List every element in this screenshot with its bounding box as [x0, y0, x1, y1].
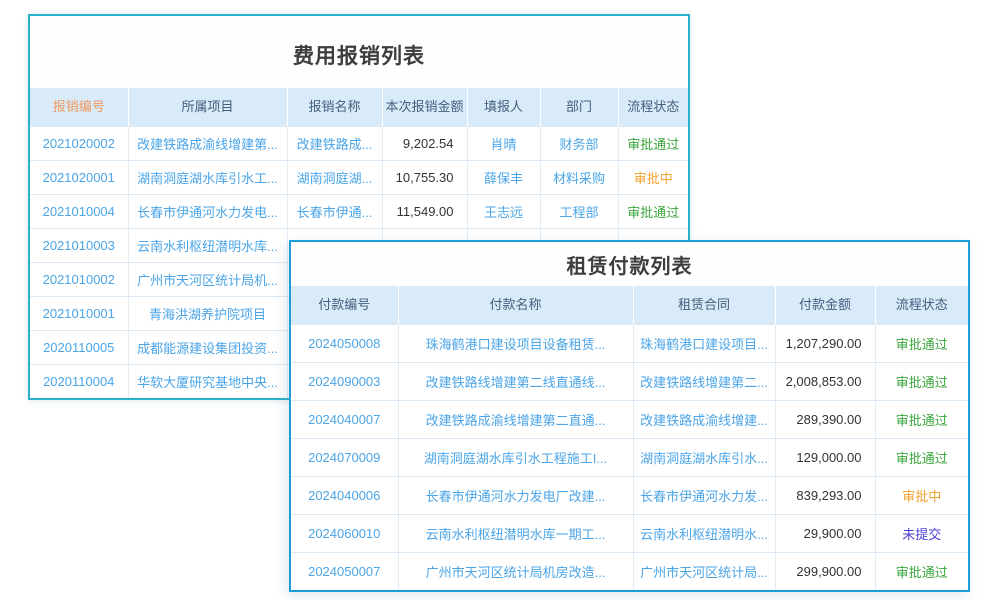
reimbursement-name-link[interactable]: 长春市伊通...	[287, 194, 382, 228]
amount-value: 11,549.00	[382, 194, 467, 228]
project-name-link[interactable]: 青海洪湖养护院项目	[128, 296, 287, 330]
contract-name-link[interactable]: 珠海鹤港口建设项目...	[633, 324, 775, 362]
contract-name-link[interactable]: 湖南洞庭湖水库引水...	[633, 438, 775, 476]
column-header-amount: 本次报销金额	[382, 88, 467, 126]
reimbursement-id-link[interactable]: 2020110005	[30, 330, 128, 364]
column-header-lease-contract: 租赁合同	[633, 286, 775, 324]
payment-id-link[interactable]: 2024050007	[291, 552, 398, 590]
status-text: 审批通过	[618, 194, 688, 228]
contract-name-link[interactable]: 广州市天河区统计局...	[633, 552, 775, 590]
expense-list-title: 费用报销列表	[30, 16, 688, 88]
reimbursement-id-link[interactable]: 2020110004	[30, 364, 128, 398]
contract-name-link[interactable]: 改建铁路线增建第二...	[633, 362, 775, 400]
table-row: 2024050007 广州市天河区统计局机房改造... 广州市天河区统计局...…	[291, 552, 968, 590]
reimbursement-id-link[interactable]: 2021020002	[30, 126, 128, 160]
rental-payment-table: 付款编号 付款名称 租赁合同 付款金额 流程状态 2024050008 珠海鹤港…	[291, 286, 968, 590]
payment-name-link[interactable]: 珠海鹤港口建设项目设备租赁...	[398, 324, 633, 362]
status-text: 审批中	[618, 160, 688, 194]
project-name-link[interactable]: 长春市伊通河水力发电...	[128, 194, 287, 228]
reimbursement-id-link[interactable]: 2021010003	[30, 228, 128, 262]
status-text: 审批通过	[618, 126, 688, 160]
payment-amount-value: 299,900.00	[775, 552, 875, 590]
project-name-link[interactable]: 广州市天河区统计局机...	[128, 262, 287, 296]
status-text: 审批通过	[875, 438, 968, 476]
payment-amount-value: 839,293.00	[775, 476, 875, 514]
payment-name-link[interactable]: 湖南洞庭湖水库引水工程施工I...	[398, 438, 633, 476]
amount-value: 10,755.30	[382, 160, 467, 194]
contract-name-link[interactable]: 长春市伊通河水力发...	[633, 476, 775, 514]
column-header-reimbursement-id: 报销编号	[30, 88, 128, 126]
expense-header-row: 报销编号 所属项目 报销名称 本次报销金额 填报人 部门 流程状态	[30, 88, 688, 126]
column-header-payment-name: 付款名称	[398, 286, 633, 324]
project-name-link[interactable]: 成都能源建设集团投资...	[128, 330, 287, 364]
payment-id-link[interactable]: 2024040007	[291, 400, 398, 438]
payment-name-link[interactable]: 改建铁路成渝线增建第二直通...	[398, 400, 633, 438]
column-header-project: 所属项目	[128, 88, 287, 126]
payment-name-link[interactable]: 云南水利枢纽潜明水库一期工...	[398, 514, 633, 552]
department-link[interactable]: 工程部	[540, 194, 618, 228]
status-text: 审批通过	[875, 324, 968, 362]
payment-id-link[interactable]: 2024040006	[291, 476, 398, 514]
column-header-payment-amount: 付款金额	[775, 286, 875, 324]
payment-name-link[interactable]: 长春市伊通河水力发电厂改建...	[398, 476, 633, 514]
table-row: 2024040006 长春市伊通河水力发电厂改建... 长春市伊通河水力发...…	[291, 476, 968, 514]
payment-id-link[interactable]: 2024090003	[291, 362, 398, 400]
payment-header-row: 付款编号 付款名称 租赁合同 付款金额 流程状态	[291, 286, 968, 324]
department-link[interactable]: 材料采购	[540, 160, 618, 194]
reimbursement-name-link[interactable]: 湖南洞庭湖...	[287, 160, 382, 194]
reimbursement-id-link[interactable]: 2021010002	[30, 262, 128, 296]
status-text: 未提交	[875, 514, 968, 552]
table-row: 2024060010 云南水利枢纽潜明水库一期工... 云南水利枢纽潜明水...…	[291, 514, 968, 552]
status-text: 审批通过	[875, 362, 968, 400]
payment-amount-value: 289,390.00	[775, 400, 875, 438]
rental-payment-list-title: 租赁付款列表	[291, 242, 968, 286]
payment-name-link[interactable]: 改建铁路线增建第二线直通线...	[398, 362, 633, 400]
column-header-reporter: 填报人	[467, 88, 540, 126]
column-header-reimbursement-name: 报销名称	[287, 88, 382, 126]
column-header-workflow-status: 流程状态	[618, 88, 688, 126]
payment-amount-value: 129,000.00	[775, 438, 875, 476]
table-row: 2021010004 长春市伊通河水力发电... 长春市伊通... 11,549…	[30, 194, 688, 228]
rental-payment-list-card: 租赁付款列表 付款编号 付款名称 租赁合同 付款金额 流程状态 20240500…	[289, 240, 970, 592]
column-header-department: 部门	[540, 88, 618, 126]
reporter-name-link[interactable]: 肖晴	[467, 126, 540, 160]
status-text: 审批通过	[875, 552, 968, 590]
reimbursement-name-link[interactable]: 改建铁路成...	[287, 126, 382, 160]
table-row: 2024050008 珠海鹤港口建设项目设备租赁... 珠海鹤港口建设项目...…	[291, 324, 968, 362]
project-name-link[interactable]: 湖南洞庭湖水库引水工...	[128, 160, 287, 194]
payment-id-link[interactable]: 2024050008	[291, 324, 398, 362]
project-name-link[interactable]: 云南水利枢纽潜明水库...	[128, 228, 287, 262]
payment-amount-value: 2,008,853.00	[775, 362, 875, 400]
reporter-name-link[interactable]: 王志远	[467, 194, 540, 228]
contract-name-link[interactable]: 改建铁路成渝线增建...	[633, 400, 775, 438]
amount-value: 9,202.54	[382, 126, 467, 160]
table-row: 2021020002 改建铁路成渝线增建第... 改建铁路成... 9,202.…	[30, 126, 688, 160]
status-text: 审批通过	[875, 400, 968, 438]
payment-amount-value: 29,900.00	[775, 514, 875, 552]
reimbursement-id-link[interactable]: 2021010001	[30, 296, 128, 330]
table-row: 2021020001 湖南洞庭湖水库引水工... 湖南洞庭湖... 10,755…	[30, 160, 688, 194]
table-row: 2024040007 改建铁路成渝线增建第二直通... 改建铁路成渝线增建...…	[291, 400, 968, 438]
reporter-name-link[interactable]: 薛保丰	[467, 160, 540, 194]
payment-name-link[interactable]: 广州市天河区统计局机房改造...	[398, 552, 633, 590]
status-text: 审批中	[875, 476, 968, 514]
reimbursement-id-link[interactable]: 2021020001	[30, 160, 128, 194]
table-row: 2024070009 湖南洞庭湖水库引水工程施工I... 湖南洞庭湖水库引水..…	[291, 438, 968, 476]
contract-name-link[interactable]: 云南水利枢纽潜明水...	[633, 514, 775, 552]
payment-amount-value: 1,207,290.00	[775, 324, 875, 362]
reimbursement-id-link[interactable]: 2021010004	[30, 194, 128, 228]
project-name-link[interactable]: 华软大厦研究基地中央...	[128, 364, 287, 398]
table-row: 2024090003 改建铁路线增建第二线直通线... 改建铁路线增建第二...…	[291, 362, 968, 400]
payment-id-link[interactable]: 2024070009	[291, 438, 398, 476]
payment-id-link[interactable]: 2024060010	[291, 514, 398, 552]
project-name-link[interactable]: 改建铁路成渝线增建第...	[128, 126, 287, 160]
department-link[interactable]: 财务部	[540, 126, 618, 160]
column-header-workflow-status: 流程状态	[875, 286, 968, 324]
column-header-payment-id: 付款编号	[291, 286, 398, 324]
